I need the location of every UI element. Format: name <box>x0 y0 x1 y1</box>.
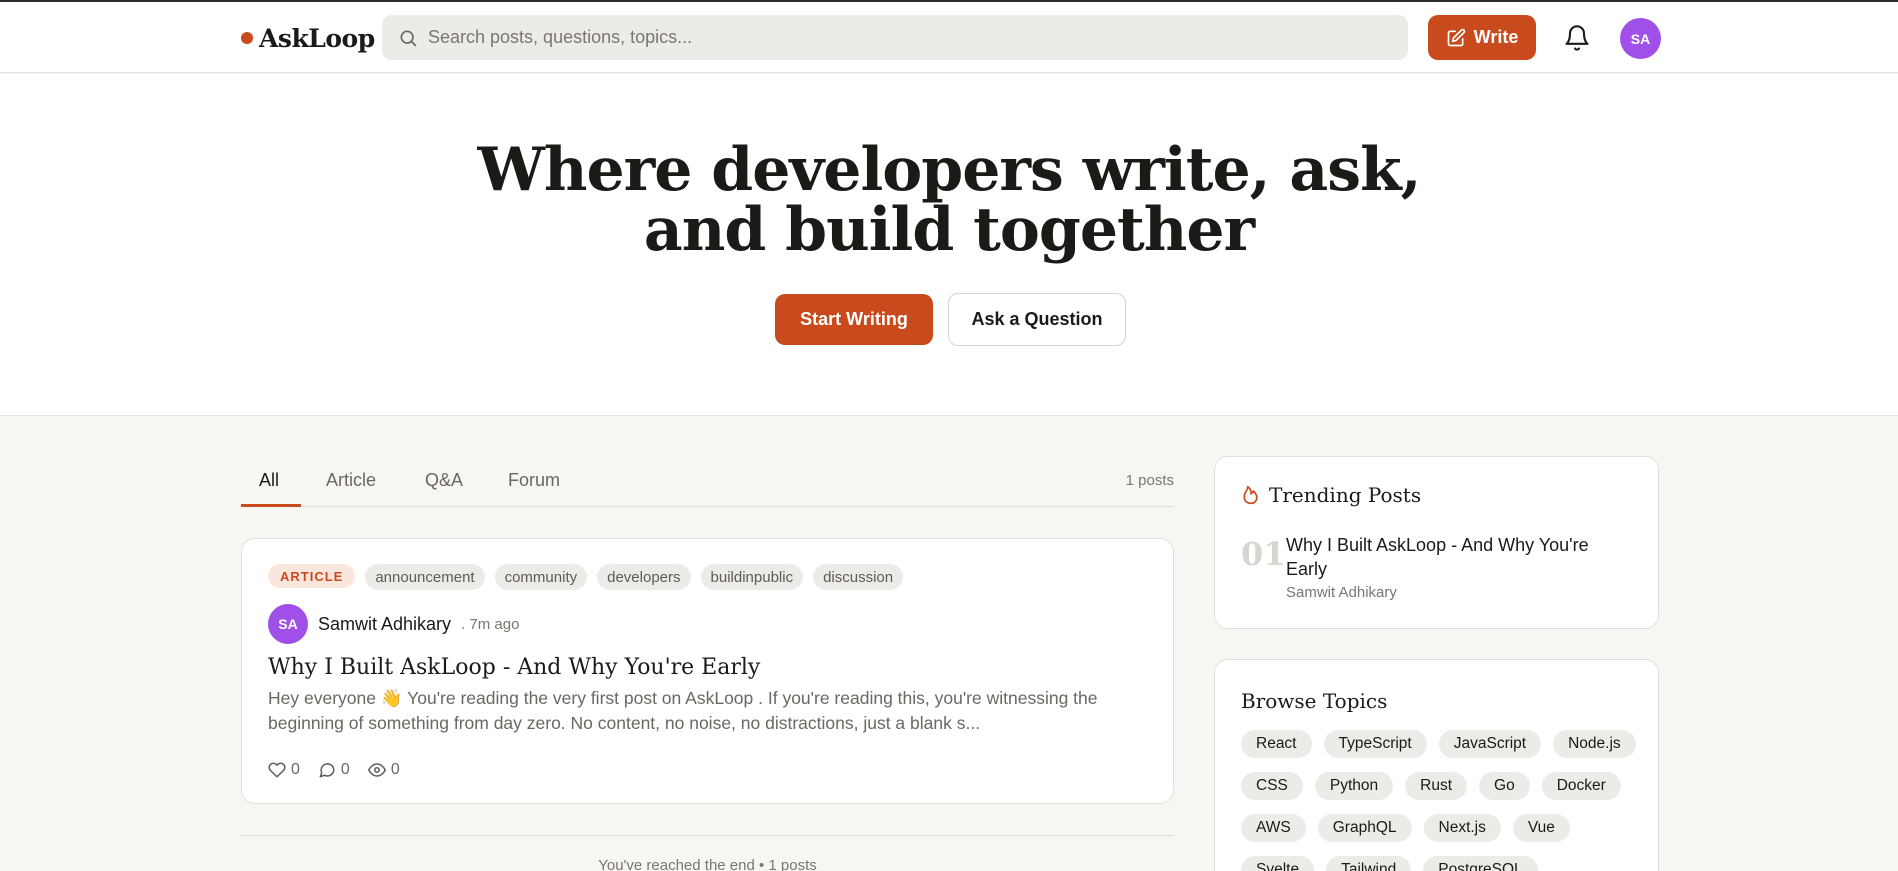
logo-text: AskLoop <box>259 23 375 53</box>
user-avatar[interactable]: SA <box>1620 18 1661 59</box>
tab-forum[interactable]: Forum <box>508 470 560 491</box>
topic-graphql[interactable]: GraphQL <box>1317 814 1412 842</box>
hero-title: Where developers write, ask, and build t… <box>449 140 1449 260</box>
comment-button[interactable]: 0 <box>318 761 350 779</box>
feed-tabs: All Article Q&A Forum 1 posts <box>241 456 1174 507</box>
topic-javascript[interactable]: JavaScript <box>1438 730 1542 758</box>
tab-article[interactable]: Article <box>326 470 376 491</box>
active-tab-indicator <box>241 504 301 507</box>
tag-buildinpublic[interactable]: buildinpublic <box>700 564 804 590</box>
like-button[interactable]: 0 <box>268 761 300 779</box>
tag-discussion[interactable]: discussion <box>813 564 904 590</box>
hero-section: Where developers write, ask, and build t… <box>0 74 1898 416</box>
top-navbar: AskLoop Write SA <box>0 2 1898 73</box>
start-writing-button[interactable]: Start Writing <box>775 294 933 345</box>
write-button[interactable]: Write <box>1428 15 1536 60</box>
like-count: 0 <box>291 761 300 778</box>
views-stat: 0 <box>367 761 400 779</box>
post-tags: ARTICLE announcement community developer… <box>268 564 904 590</box>
post-card[interactable]: ARTICLE announcement community developer… <box>241 538 1174 804</box>
heart-icon <box>268 762 286 778</box>
topic-postgresql[interactable]: PostgreSQL <box>1423 856 1538 871</box>
trending-posts-card: Trending Posts 01 Why I Built AskLoop - … <box>1214 456 1659 629</box>
tag-community[interactable]: community <box>494 564 588 590</box>
comment-count: 0 <box>340 761 350 778</box>
post-stats: 0 0 0 <box>268 761 400 779</box>
bell-icon[interactable] <box>1563 24 1591 52</box>
topic-python[interactable]: Python <box>1314 772 1394 800</box>
topic-vue[interactable]: Vue <box>1512 814 1570 842</box>
topic-css[interactable]: CSS <box>1241 772 1303 800</box>
ask-question-button[interactable]: Ask a Question <box>948 293 1126 346</box>
topic-typescript[interactable]: TypeScript <box>1323 730 1427 758</box>
trending-post-title[interactable]: Why I Built AskLoop - And Why You're Ear… <box>1286 533 1626 581</box>
tag-developers[interactable]: developers <box>597 564 691 590</box>
post-type-badge: ARTICLE <box>268 564 356 588</box>
topic-docker[interactable]: Docker <box>1541 772 1621 800</box>
tag-announcement[interactable]: announcement <box>365 564 485 590</box>
logo-dot-icon <box>241 32 253 44</box>
trending-title: Trending Posts <box>1269 483 1422 507</box>
search-icon <box>400 30 417 46</box>
topics-title: Browse Topics <box>1241 689 1388 713</box>
search-input[interactable] <box>428 27 1388 48</box>
hero-title-line2: and build together <box>643 195 1255 265</box>
logo[interactable]: AskLoop <box>241 21 375 55</box>
post-time: . 7m ago <box>461 615 520 633</box>
topic-nodejs[interactable]: Node.js <box>1553 730 1636 758</box>
tab-qa[interactable]: Q&A <box>425 470 463 491</box>
trending-post-author: Samwit Adhikary <box>1286 584 1397 601</box>
author-name[interactable]: Samwit Adhikary <box>318 614 451 635</box>
search-bar[interactable] <box>382 15 1408 60</box>
author-avatar[interactable]: SA <box>268 604 308 644</box>
post-author: SA Samwit Adhikary . 7m ago <box>268 604 519 644</box>
eye-icon <box>367 763 386 777</box>
topic-tailwind[interactable]: Tailwind <box>1326 856 1412 871</box>
comment-icon <box>319 763 335 778</box>
topic-nextjs[interactable]: Next.js <box>1423 814 1501 842</box>
topic-go[interactable]: Go <box>1479 772 1530 800</box>
write-button-label: Write <box>1473 27 1519 47</box>
hero-title-line1: Where developers write, ask, <box>477 135 1421 205</box>
browse-topics-card: Browse Topics React TypeScript JavaScrip… <box>1214 659 1659 871</box>
post-excerpt: Hey everyone 👋 You're reading the very f… <box>268 688 1098 733</box>
trending-rank: 01 <box>1241 535 1286 573</box>
topic-react[interactable]: React <box>1241 730 1312 758</box>
trending-header: Trending Posts <box>1241 483 1421 507</box>
topic-list: React TypeScript JavaScript Node.js CSS … <box>1241 730 1641 871</box>
topic-svelte[interactable]: Svelte <box>1241 856 1315 871</box>
post-title[interactable]: Why I Built AskLoop - And Why You're Ear… <box>268 655 760 680</box>
view-count: 0 <box>390 761 400 778</box>
topic-rust[interactable]: Rust <box>1405 772 1468 800</box>
topic-aws[interactable]: AWS <box>1241 814 1306 842</box>
flame-icon <box>1243 485 1258 505</box>
edit-icon <box>1447 28 1465 46</box>
post-count: 1 posts <box>1125 472 1174 489</box>
feed-end-divider <box>241 835 1174 836</box>
tab-all[interactable]: All <box>259 470 279 491</box>
feed-end-text: You've reached the end • 1 posts <box>598 857 817 871</box>
